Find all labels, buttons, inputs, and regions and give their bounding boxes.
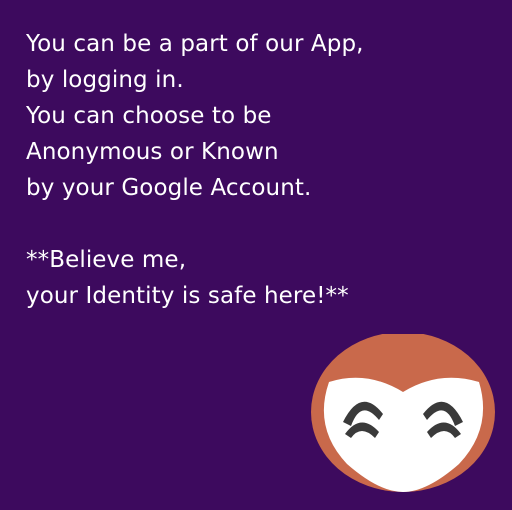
- message-line: You can be a part of our App,: [26, 31, 364, 57]
- message-line: You can choose to be: [26, 103, 272, 129]
- note-line: your Identity is safe here!**: [26, 283, 349, 309]
- login-info-screen: You can be a part of our App, by logging…: [0, 0, 512, 510]
- message-line: by logging in.: [26, 67, 184, 93]
- message-line: Anonymous or Known: [26, 139, 279, 165]
- owl-face-icon: [311, 334, 495, 492]
- note-line: **Believe me,: [26, 247, 187, 273]
- owl-mascot: [309, 334, 499, 510]
- login-message: You can be a part of our App, by logging…: [26, 26, 496, 314]
- message-line: by your Google Account.: [26, 175, 312, 201]
